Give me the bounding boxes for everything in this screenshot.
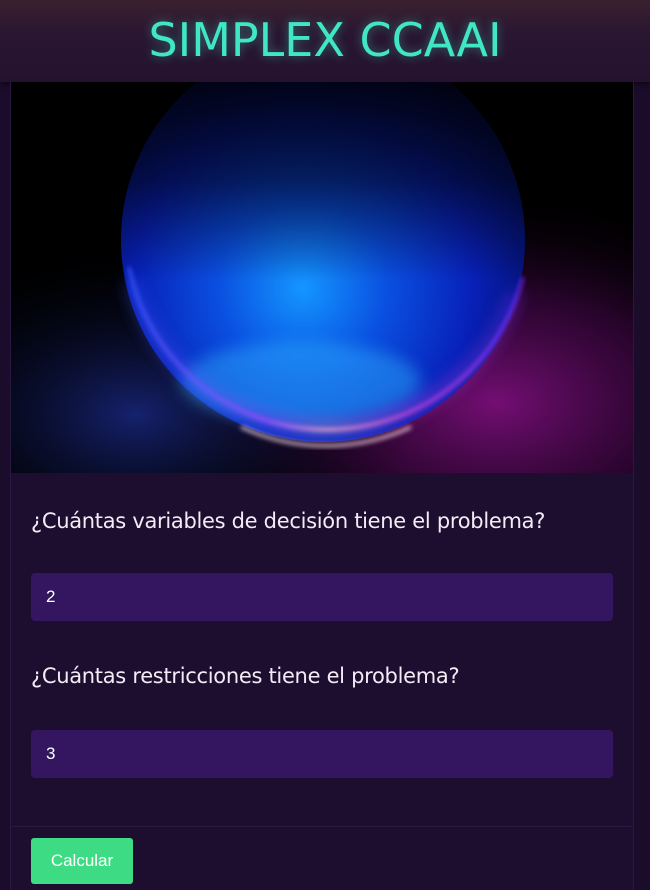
calculate-button[interactable]: Calcular [31,838,133,884]
hero-image [11,82,633,473]
app-header: SIMPLEX CCAAI [0,0,650,82]
variables-question-label: ¿Cuántas variables de decisión tiene el … [31,509,546,533]
main-card: ¿Cuántas variables de decisión tiene el … [10,82,634,890]
variables-input[interactable] [31,573,613,621]
section-divider [11,826,633,827]
constraints-input[interactable] [31,730,613,778]
app-title: SIMPLEX CCAAI [148,13,502,67]
constraints-question-label: ¿Cuántas restricciones tiene el problema… [31,664,460,688]
glowing-orb-illustration [11,82,633,473]
